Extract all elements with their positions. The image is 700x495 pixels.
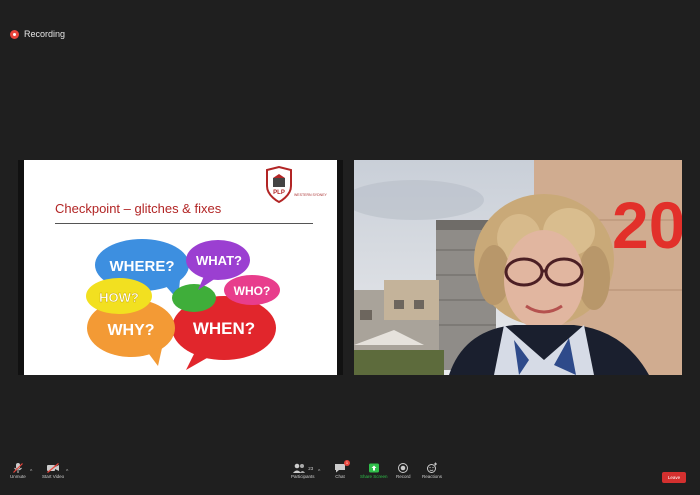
participants-options-chevron-icon[interactable]: ^ (318, 469, 320, 475)
bubble-how-text: HOW? (99, 290, 139, 305)
meeting-toolbar: Unmute ^ Start Video ^ 23 Participants ^ (0, 460, 700, 495)
chat-button[interactable]: 1 Chat (334, 460, 350, 479)
reactions-button[interactable]: Reactions (422, 462, 442, 479)
bubble-what-text: WHAT? (196, 253, 242, 268)
share-screen-icon (368, 463, 379, 473)
participant-video[interactable]: 20 (354, 160, 682, 375)
plp-logo: PLP (266, 166, 292, 204)
wall-number: 20 (612, 188, 682, 262)
record-button[interactable]: Record (396, 462, 411, 479)
question-bubbles-graphic: WHEN? WHY? WHERE? HOW? WHAT? WHO? (86, 239, 280, 370)
reactions-label: Reactions (422, 474, 443, 479)
bubble-who: WHO? (224, 275, 280, 305)
unmute-label: Unmute (10, 474, 26, 479)
share-screen-button[interactable]: Share Screen (360, 462, 388, 479)
smiley-plus-icon (427, 462, 437, 473)
participants-count: 23 (308, 465, 314, 471)
logo-text: WESTERN SYDNEY (294, 193, 327, 197)
share-screen-label: Share Screen (360, 474, 388, 479)
leave-button[interactable]: Leave (662, 472, 686, 483)
chat-label: Chat (335, 474, 345, 479)
record-icon (398, 463, 409, 473)
chat-badge: 1 (344, 460, 350, 466)
participants-icon (293, 463, 306, 473)
video-options-chevron-icon[interactable]: ^ (66, 469, 68, 475)
audio-options-chevron-icon[interactable]: ^ (30, 469, 32, 475)
recording-label: Recording (24, 29, 66, 39)
record-dot-icon (10, 29, 19, 39)
bubble-green-decor (172, 284, 216, 312)
participants-button[interactable]: 23 Participants (291, 462, 315, 479)
slide-border-left (18, 160, 24, 375)
recording-indicator: Recording (10, 29, 65, 39)
bubble-when-text: WHEN? (193, 319, 255, 338)
unmute-button[interactable]: Unmute (10, 462, 26, 479)
logo-initials: PLP (273, 190, 285, 196)
shared-slide: PLP WESTERN SYDNEY Checkpoint – glitches… (18, 160, 343, 375)
record-label: Record (396, 474, 411, 479)
participants-label: Participants (291, 474, 315, 479)
slide-border-right (337, 160, 343, 375)
slide-divider (55, 223, 313, 224)
slide-title: Checkpoint – glitches & fixes (55, 201, 222, 216)
video-off-icon (47, 463, 60, 473)
bubble-who-text: WHO? (234, 284, 271, 298)
mic-muted-icon (12, 463, 23, 473)
start-video-label: Start Video (42, 474, 65, 479)
bubble-why-text: WHY? (107, 322, 154, 339)
bubble-where-text: WHERE? (110, 258, 175, 275)
bubble-how: HOW? (86, 278, 152, 314)
video-frame: 20 (354, 160, 682, 375)
start-video-button[interactable]: Start Video (42, 462, 64, 479)
